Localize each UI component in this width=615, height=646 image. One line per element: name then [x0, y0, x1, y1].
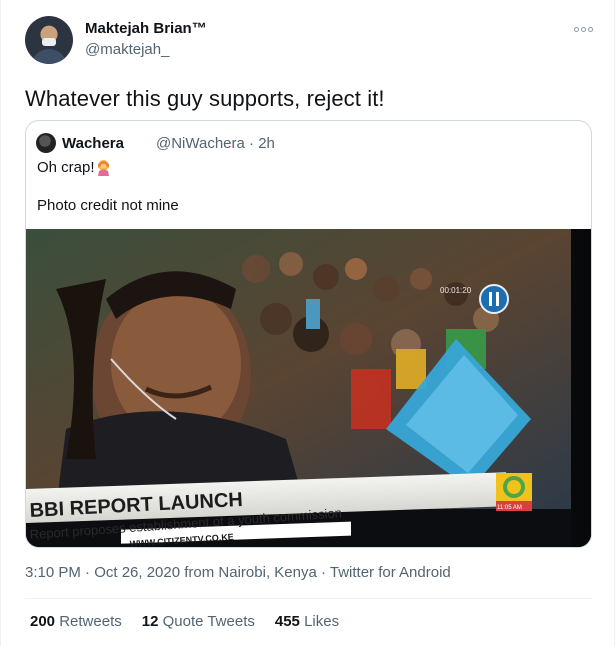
- tweet-card: Maktejah Brian™ @maktejah_ Whatever this…: [0, 0, 615, 646]
- quote-tweets-stat[interactable]: 12 Quote Tweets: [142, 613, 255, 630]
- author-handle[interactable]: @maktejah_: [85, 41, 169, 58]
- author-avatar[interactable]: [25, 16, 73, 64]
- engagement-stats: 200 Retweets 12 Quote Tweets 455 Likes: [30, 613, 339, 630]
- author-name[interactable]: Maktejah Brian™: [85, 20, 207, 37]
- tv-time: 11:05 AM: [497, 505, 522, 511]
- quoted-text-line2: Photo credit not mine: [37, 197, 179, 214]
- quoted-photo[interactable]: 00:01:20 11:05 AM BBI REPORT LAUNCH Repo…: [26, 229, 591, 547]
- tweet-text: Whatever this guy supports, reject it!: [25, 86, 385, 111]
- divider: [25, 598, 592, 599]
- likes-label: Likes: [304, 613, 340, 630]
- likes-count: 455: [274, 613, 300, 630]
- quoted-tweet[interactable]: Wachera @NiWachera · 2h Oh crap! Photo c…: [25, 120, 592, 548]
- quoted-text-line1: Oh crap!: [37, 159, 95, 176]
- woman-facepalming-icon: [98, 160, 109, 176]
- tweet-meta[interactable]: 3:10 PM · Oct 26, 2020 from Nairobi, Ken…: [25, 564, 451, 581]
- tv-screen-photo: 00:01:20 11:05 AM BBI REPORT LAUNCH Repo…: [26, 229, 591, 547]
- retweets-stat[interactable]: 200 Retweets: [30, 613, 122, 630]
- quote-tweets-label: Quote Tweets: [162, 613, 255, 630]
- more-options-icon[interactable]: [572, 22, 594, 36]
- quoted-name[interactable]: Wachera: [62, 135, 124, 152]
- likes-stat[interactable]: 455 Likes: [275, 613, 339, 630]
- quote-tweets-count: 12: [141, 613, 159, 630]
- retweets-count: 200: [30, 613, 56, 630]
- tv-clock: 00:01:20: [440, 286, 472, 295]
- quoted-avatar[interactable]: [36, 133, 56, 153]
- quoted-handle-time[interactable]: @NiWachera · 2h: [156, 135, 275, 152]
- avatar-shirt: [31, 49, 67, 64]
- retweets-label: Retweets: [59, 613, 122, 630]
- avatar-mask: [42, 38, 56, 46]
